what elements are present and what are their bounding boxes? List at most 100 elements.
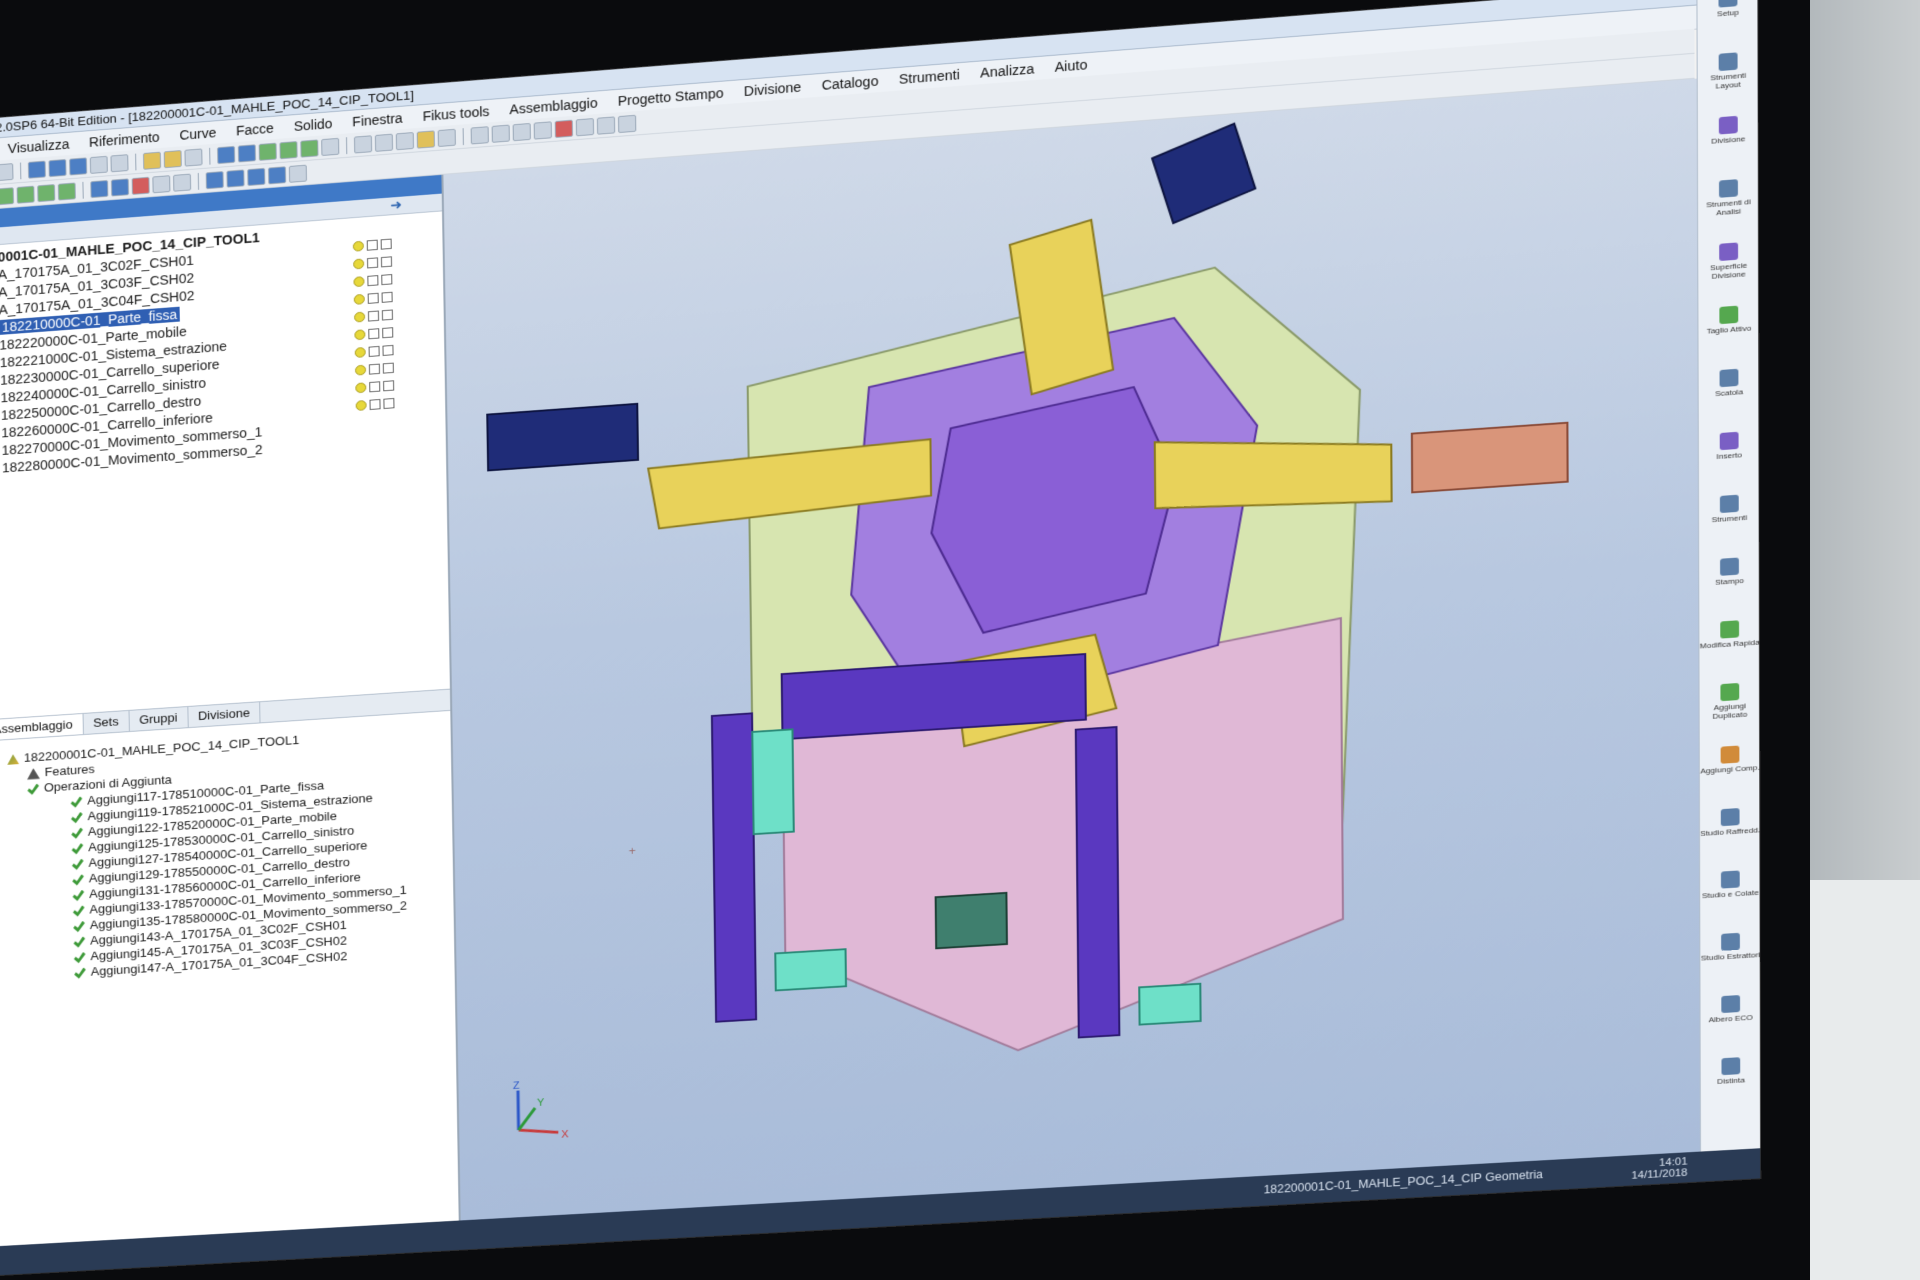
checkbox-icon[interactable] [367, 310, 380, 322]
snap-icon[interactable] [16, 185, 35, 204]
rb-divisione[interactable]: Divisione [1698, 114, 1759, 174]
rb-aggiungi-comp[interactable]: Aggiungi Comp. [1700, 744, 1760, 803]
section-icon[interactable] [90, 179, 109, 198]
visibility-icon[interactable] [353, 276, 365, 288]
visibility-icon[interactable] [354, 311, 366, 323]
rb-studio-estrattori[interactable]: Studio Estrattori [1700, 932, 1760, 990]
redo-icon[interactable] [0, 162, 14, 181]
checkbox-icon[interactable] [367, 275, 379, 287]
move-icon[interactable] [37, 183, 56, 202]
mold-base-icon[interactable] [353, 134, 373, 154]
3d-viewport[interactable]: + Z Y X [443, 78, 1700, 1221]
visibility-icon[interactable] [352, 240, 364, 252]
rb-strumenti-layout[interactable]: Strumenti Layout [1698, 51, 1759, 111]
line-icon[interactable] [470, 125, 489, 145]
rb-inserto[interactable]: Inserto [1699, 430, 1760, 489]
lock-icon[interactable] [383, 397, 395, 409]
clip-icon[interactable] [110, 177, 130, 197]
dimension-icon[interactable] [596, 115, 616, 135]
wireframe-view-icon[interactable] [110, 153, 129, 172]
list-icon[interactable] [437, 128, 456, 147]
settings-icon[interactable] [617, 114, 637, 133]
item-status-icons[interactable] [352, 238, 392, 252]
visibility-icon[interactable] [353, 293, 365, 305]
lock-icon[interactable] [382, 327, 394, 339]
rb-aggiungi-duplicato[interactable]: Aggiungi Duplicato [1700, 682, 1761, 741]
tab-sets[interactable]: Sets [83, 710, 130, 735]
side-view-icon[interactable] [268, 165, 287, 184]
rb-taglio-attivo[interactable]: Taglio Attivo [1698, 304, 1759, 364]
item-status-icons[interactable] [355, 380, 395, 394]
rb-studio-raffredd[interactable]: Studio Raffredd. [1700, 807, 1760, 866]
lock-icon[interactable] [383, 380, 395, 392]
checkbox-icon[interactable] [369, 398, 381, 410]
rb-distinta[interactable]: Distinta [1701, 1056, 1761, 1114]
delete-icon[interactable] [131, 176, 150, 195]
filter-icon[interactable] [0, 186, 15, 205]
rb-stampo[interactable]: Stampo [1699, 556, 1760, 615]
top-view-icon[interactable] [226, 169, 245, 188]
lock-icon[interactable] [381, 274, 393, 286]
hide-icon[interactable] [184, 147, 203, 167]
lock-icon[interactable] [380, 238, 392, 250]
tab-gruppi[interactable]: Gruppi [129, 706, 189, 732]
arrow-left-icon[interactable] [217, 145, 236, 164]
item-status-icons[interactable] [353, 274, 393, 288]
shaded-view-icon[interactable] [89, 155, 108, 174]
arc-icon[interactable] [491, 124, 510, 143]
measure-icon[interactable] [575, 117, 595, 136]
render-icon[interactable] [288, 164, 307, 183]
visibility-icon[interactable] [353, 258, 365, 270]
arrow-right-icon[interactable]: ➜ [390, 197, 402, 214]
item-status-icons[interactable] [353, 256, 393, 270]
lock-icon[interactable] [382, 344, 394, 356]
item-status-icons[interactable] [354, 309, 393, 323]
zoom-window-icon[interactable] [48, 158, 67, 177]
lock-icon[interactable] [381, 291, 393, 303]
assembly-icon[interactable] [279, 140, 298, 159]
rb-setup[interactable]: Setup [1697, 0, 1758, 48]
arrow-right-icon[interactable] [237, 143, 256, 163]
grid-icon[interactable] [374, 133, 394, 152]
light-bulb-icon[interactable] [142, 151, 162, 170]
tab-divisione[interactable]: Divisione [188, 702, 261, 728]
explode-icon[interactable] [321, 137, 340, 156]
rb-modifica-rapida[interactable]: Modifica Rapida [1699, 619, 1760, 678]
rb-superficie-divisione[interactable]: Superficie Divisione [1698, 241, 1759, 301]
rb-scatola[interactable]: Scatola [1699, 367, 1760, 427]
checkbox-icon[interactable] [368, 363, 380, 375]
visibility-icon[interactable] [354, 346, 366, 358]
zoom-all-icon[interactable] [69, 156, 88, 176]
item-status-icons[interactable] [354, 362, 394, 376]
checkbox-icon[interactable] [367, 292, 379, 304]
view-cube-icon[interactable] [27, 160, 46, 179]
lock-icon[interactable] [380, 256, 393, 268]
rotate-icon[interactable] [57, 182, 76, 201]
circle-icon[interactable] [512, 122, 531, 141]
show-icon[interactable] [163, 149, 182, 168]
checkbox-icon[interactable] [367, 257, 379, 269]
item-status-icons[interactable] [355, 397, 395, 411]
insert-icon[interactable] [300, 138, 319, 158]
checkbox-icon[interactable] [368, 345, 380, 357]
item-status-icons[interactable] [353, 291, 393, 305]
add-component-icon[interactable] [258, 142, 277, 161]
mold-assembly-model[interactable] [443, 79, 1700, 1221]
checkbox-icon[interactable] [369, 381, 381, 393]
visibility-icon[interactable] [355, 382, 367, 394]
visibility-icon[interactable] [355, 399, 367, 411]
item-status-icons[interactable] [354, 344, 394, 358]
visibility-icon[interactable] [354, 364, 367, 376]
spline-icon[interactable] [533, 120, 552, 140]
lock-icon[interactable] [381, 309, 393, 321]
pencil-icon[interactable] [416, 129, 435, 149]
visibility-icon[interactable] [354, 329, 366, 341]
rb-strumenti[interactable]: Strumenti [1699, 493, 1760, 552]
checkbox-icon[interactable] [368, 328, 380, 340]
rb-strumenti-analisi[interactable]: Strumenti di Analisi [1698, 178, 1759, 238]
trim-icon[interactable] [554, 119, 574, 138]
copy-icon[interactable] [152, 174, 171, 193]
front-view-icon[interactable] [247, 167, 266, 186]
tab-assemblaggio[interactable]: Assemblaggio [0, 713, 84, 741]
rb-studio-colate[interactable]: Studio e Colate [1700, 869, 1760, 927]
